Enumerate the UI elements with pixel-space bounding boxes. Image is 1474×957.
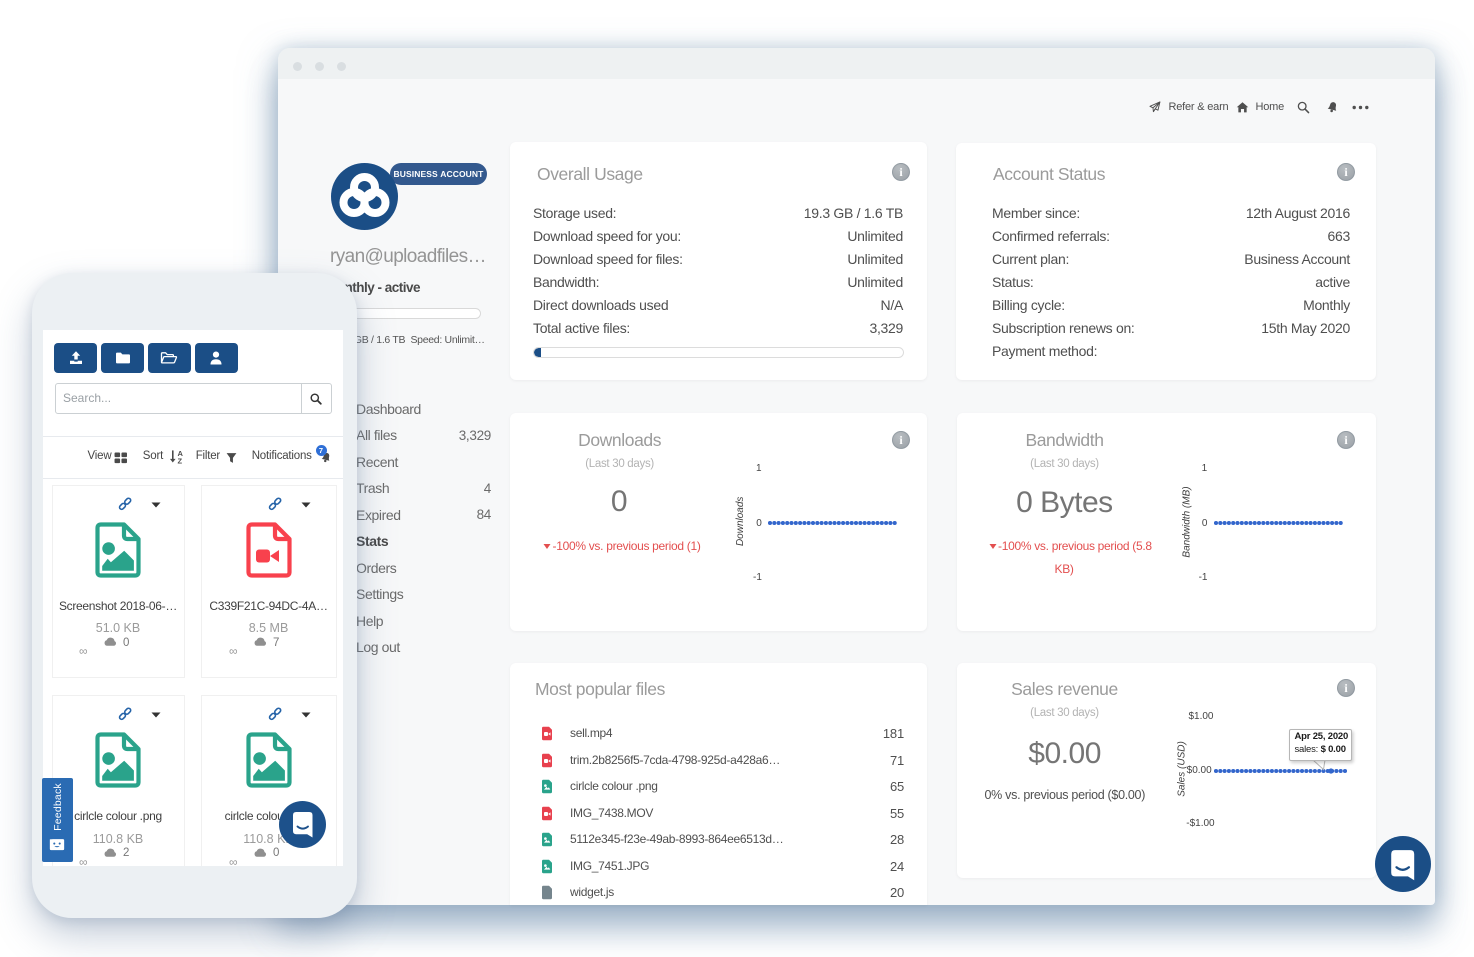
svg-text:Downloads: Downloads bbox=[735, 497, 746, 546]
svg-text:Sales (USD): Sales (USD) bbox=[1177, 741, 1188, 797]
svg-text:Bandwidth (MB): Bandwidth (MB) bbox=[1182, 486, 1193, 557]
svg-text:Z: Z bbox=[177, 457, 182, 464]
